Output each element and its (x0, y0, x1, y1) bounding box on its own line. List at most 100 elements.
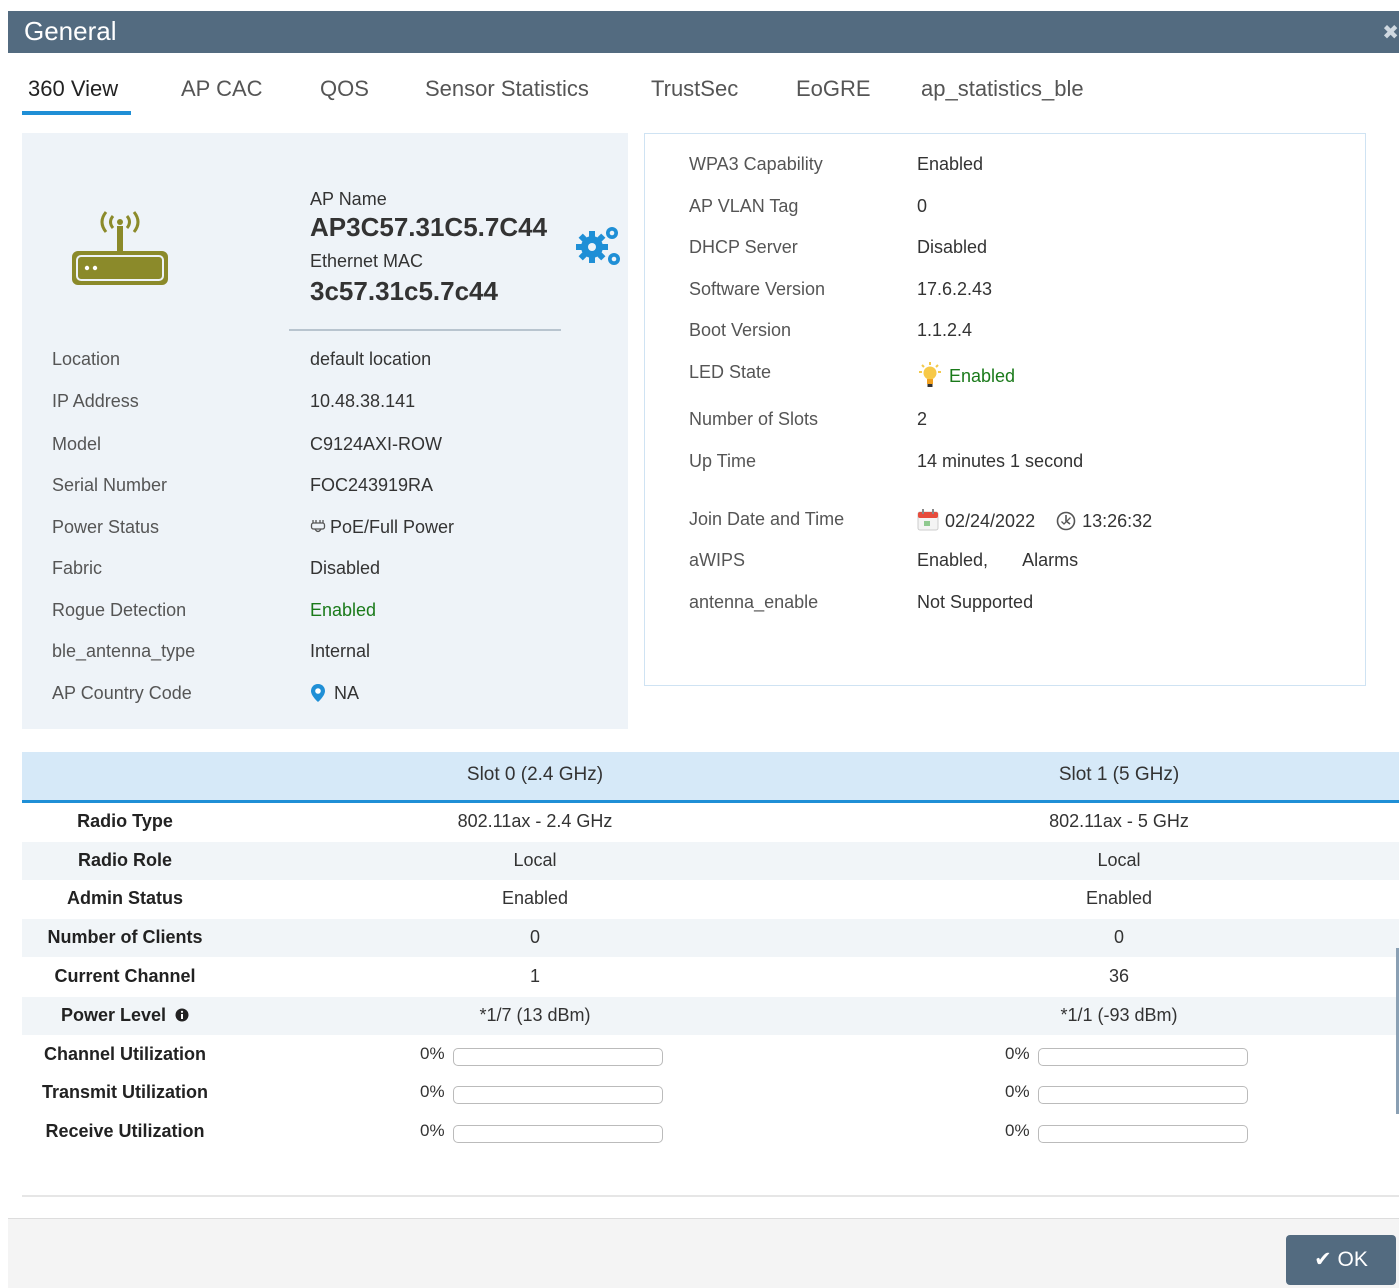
lightbulb-icon (919, 362, 941, 387)
info-label: LED State (689, 362, 772, 382)
info-value: 17.6.2.43 (917, 279, 993, 299)
info-label: antenna_enable (689, 592, 819, 612)
table-row: Admin Status Enabled Enabled (22, 880, 1399, 918)
rogue-detection-status: Enabled (310, 600, 377, 620)
dialog-title: General (24, 16, 117, 46)
detail-label: ble_antenna_type (52, 641, 196, 661)
tab-eogre[interactable]: EoGRE (796, 72, 871, 106)
radio-table-header: Slot 0 (2.4 GHz) Slot 1 (5 GHz) (22, 752, 1399, 803)
table-row: Receive Utilization 0% 0% (22, 1113, 1399, 1151)
info-label: AP VLAN Tag (689, 196, 799, 216)
ap-info-panel: WPA3 Capability Enabled AP VLAN Tag 0 DH… (644, 133, 1366, 686)
slot0-utilization-bar (453, 1125, 663, 1143)
table-row: Radio Role Local Local (22, 842, 1399, 880)
country-code-value: NA (310, 683, 359, 704)
detail-value: Internal (310, 641, 371, 661)
row-label-text: Power Level (60, 1005, 167, 1025)
slot1-percent: 0% (1005, 1082, 1030, 1101)
info-value: 1.1.2.4 (917, 320, 973, 340)
info-icon[interactable] (175, 1008, 189, 1022)
awips-status: Enabled, (917, 550, 989, 570)
detail-label: Fabric (52, 558, 103, 578)
calendar-icon (917, 509, 939, 531)
info-label: Up Time (689, 451, 757, 471)
ap-name: AP3C57.31C5.7C44 (310, 212, 548, 242)
row-label: Number of Clients (47, 927, 203, 947)
led-state-value: Enabled (917, 362, 1015, 390)
row-label: Receive Utilization (45, 1121, 205, 1141)
access-point-icon (72, 211, 168, 285)
tab-ap-cac[interactable]: AP CAC (181, 72, 263, 106)
slot0-value: 1 (529, 966, 540, 986)
detail-label: Power Status (52, 517, 160, 537)
led-state-text: Enabled (949, 366, 1016, 386)
slot0-value: Local (513, 850, 557, 870)
slot1-utilization-bar (1038, 1125, 1248, 1143)
row-label: Channel Utilization (44, 1044, 206, 1064)
table-row: Channel Utilization 0% 0% (22, 1036, 1399, 1074)
info-label: Boot Version (689, 320, 792, 340)
info-label: DHCP Server (689, 237, 798, 257)
info-label: Software Version (689, 279, 826, 299)
slot1-percent: 0% (1005, 1121, 1030, 1140)
checkmark-icon: ✔ (1314, 1248, 1332, 1271)
slot1-value: *1/1 (-93 dBm) (1060, 1005, 1178, 1025)
table-row: Transmit Utilization 0% 0% (22, 1074, 1399, 1112)
tab-sensor-statistics[interactable]: Sensor Statistics (425, 72, 589, 106)
slot0-value: 0 (529, 927, 540, 947)
detail-value: C9124AXI-ROW (310, 434, 443, 454)
divider (22, 1195, 1399, 1197)
ethernet-mac: 3c57.31c5.7c44 (310, 276, 498, 306)
gear-icon[interactable] (572, 223, 622, 269)
detail-value: default location (310, 349, 432, 369)
row-label: Current Channel (54, 966, 196, 986)
tab-qos[interactable]: QOS (320, 72, 369, 106)
tab-360-view[interactable]: 360 View (28, 72, 118, 106)
detail-label: AP Country Code (52, 683, 192, 703)
info-value: 14 minutes 1 second (917, 451, 1084, 471)
detail-label: Location (52, 349, 121, 369)
slot0-percent: 0% (420, 1082, 445, 1101)
slot0-utilization-bar (453, 1086, 663, 1104)
join-time: 13:26:32 (1082, 511, 1153, 531)
info-value: 2 (917, 409, 928, 429)
slot0-percent: 0% (420, 1121, 445, 1140)
info-label: WPA3 Capability (689, 154, 823, 174)
dialog-titlebar: General ✖ (8, 11, 1399, 53)
ok-button[interactable]: ✔ OK (1286, 1235, 1396, 1285)
detail-label: Rogue Detection (52, 600, 187, 620)
slot1-percent: 0% (1005, 1044, 1030, 1063)
power-status-text: PoE/Full Power (330, 517, 455, 537)
table-row: Current Channel 1 36 (22, 958, 1399, 996)
slot1-value: 802.11ax - 5 GHz (1049, 811, 1189, 831)
awips-value: Enabled, Alarms (917, 550, 1078, 571)
column-header-slot1: Slot 1 (5 GHz) (1058, 764, 1180, 785)
dialog-footer: ✔ OK (8, 1218, 1399, 1288)
tab-trustsec[interactable]: TrustSec (651, 72, 738, 106)
divider (289, 329, 561, 331)
info-value: Not Supported (917, 592, 1034, 612)
slot0-value: Enabled (501, 888, 569, 908)
detail-value: 10.48.38.141 (310, 391, 416, 411)
awips-alarms: Alarms (1022, 550, 1079, 570)
info-label: aWIPS (689, 550, 746, 570)
slot0-value: *1/7 (13 dBm) (479, 1005, 591, 1025)
info-label: Number of Slots (689, 409, 819, 429)
slot1-value: Local (1097, 850, 1141, 870)
tab-bar: 360 View AP CAC QOS Sensor Statistics Tr… (22, 72, 1392, 117)
close-icon[interactable]: ✖ (1382, 20, 1399, 45)
country-code-text: NA (334, 683, 360, 703)
detail-label: IP Address (52, 391, 139, 411)
slot1-value: Enabled (1085, 888, 1153, 908)
location-pin-icon (311, 684, 325, 702)
tab-ap-statistics-ble[interactable]: ap_statistics_ble (921, 72, 1084, 106)
slot0-percent: 0% (420, 1044, 445, 1063)
column-header-slot0: Slot 0 (2.4 GHz) (466, 764, 604, 785)
row-label: Transmit Utilization (41, 1082, 209, 1102)
row-label: Radio Role (77, 850, 172, 870)
ok-button-label: OK (1337, 1248, 1368, 1271)
table-row: Number of Clients 0 0 (22, 919, 1399, 957)
ap-summary-panel: AP Name AP3C57.31C5.7C44 Ethernet MAC 3c… (22, 133, 628, 729)
join-date: 02/24/2022 (945, 511, 1036, 531)
detail-value: FOC243919RA (310, 475, 434, 495)
